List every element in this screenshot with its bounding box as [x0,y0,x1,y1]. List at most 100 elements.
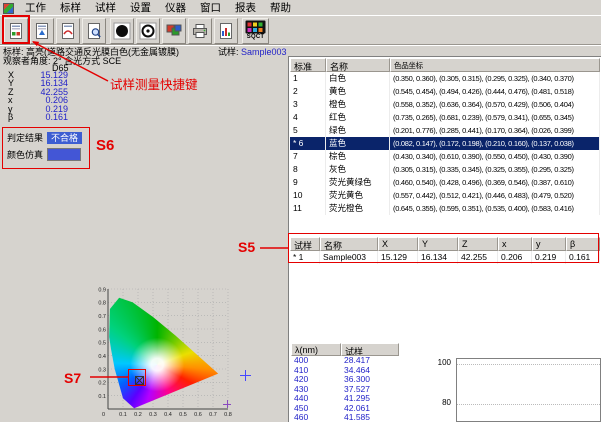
cell-name: 绿色 [326,124,390,137]
standards-row[interactable]: 3橙色(0.558, 0.352), (0.636, 0.364), (0.57… [290,98,600,111]
annotation-s6: S6 [96,137,114,154]
svg-text:0.3: 0.3 [149,412,157,418]
print-button[interactable] [188,18,212,44]
menu-settings[interactable]: 设置 [123,0,158,16]
menu-report[interactable]: 报表 [228,0,263,16]
gridline [457,404,600,405]
standards-row[interactable]: 2黄色(0.545, 0.454), (0.494, 0.426), (0.44… [290,85,600,98]
cell-no: 4 [290,111,326,124]
spectral-row[interactable]: 43037.527 [291,385,401,395]
cell-name: 荧光黄绿色 [326,176,390,189]
continuous-measure-button[interactable] [56,18,80,44]
menu-instrument[interactable]: 仪器 [158,0,193,16]
svg-text:0.2: 0.2 [134,412,142,418]
standards-row[interactable]: 5绿色(0.201, 0.776), (0.285, 0.441), (0.17… [290,124,600,137]
menu-sample[interactable]: 试样 [88,0,123,16]
standards-row[interactable]: 7棕色(0.430, 0.340), (0.610, 0.390), (0.55… [290,150,600,163]
cell-y: 0.219 [532,251,566,264]
cell-coords: (0.460, 0.540), (0.428, 0.496), (0.369, … [390,176,600,189]
search-button[interactable] [82,18,106,44]
svg-text:0.6: 0.6 [194,412,202,418]
cell-name: 荧光黄色 [326,189,390,202]
standard-target-button[interactable] [110,18,134,44]
spectral-row[interactable]: 40028.417 [291,356,401,366]
svg-text:0.5: 0.5 [98,341,106,347]
menu-window[interactable]: 窗口 [193,0,228,16]
svg-text:0.7: 0.7 [98,314,106,320]
standards-row-selected[interactable]: * 6蓝色(0.082, 0.147), (0.172, 0.198), (0.… [290,137,600,150]
menu-help[interactable]: 帮助 [263,0,298,16]
standards-row[interactable]: 10荧光黄色(0.557, 0.442), (0.512, 0.421), (0… [290,189,600,202]
cell-coords: (0.305, 0.315), (0.335, 0.345), (0.325, … [390,163,600,176]
sample-name-value: Sample003 [241,47,287,57]
cell-wavelength: 420 [291,375,341,385]
sqct-icon [245,20,266,34]
cell-value: 41.295 [341,394,399,404]
header-beta: β [566,237,600,251]
svg-text:0.8: 0.8 [98,301,106,307]
cell-coords: (0.201, 0.776), (0.285, 0.441), (0.170, … [390,124,600,137]
cell-value: 42.061 [341,404,399,414]
cell-value: 28.417 [341,356,399,366]
right-panel: 标准 名称 色品坐标 1白色(0.350, 0.360), (0.305, 0.… [288,56,601,422]
cell-name: 蓝色 [326,137,390,150]
cell-wavelength: 440 [291,394,341,404]
color-simulation-swatch [47,148,81,161]
cell-no: 5 [290,124,326,137]
standard-measure-button[interactable] [30,18,54,44]
cell-coords: (0.082, 0.147), (0.172, 0.198), (0.210, … [390,137,600,150]
spectral-row[interactable]: 44041.295 [291,394,401,404]
spectral-row[interactable]: 46041.585 [291,413,401,422]
annotation-s7: S7 [64,370,81,386]
cell-wavelength: 450 [291,404,341,414]
menu-bar: 工作 标样 试样 设置 仪器 窗口 报表 帮助 [0,0,601,15]
header-Y: Y [418,237,458,251]
standards-row[interactable]: 9荧光黄绿色(0.460, 0.540), (0.428, 0.496), (0… [290,176,600,189]
cell-value: 37.527 [341,385,399,395]
sqct-button[interactable]: SQCT [242,18,269,44]
cell-Y: 16.134 [418,251,458,264]
sample-row[interactable]: * 1 Sample003 15.129 16.134 42.255 0.206… [290,251,600,264]
report-button[interactable] [214,18,238,44]
cell-X: 15.129 [378,251,418,264]
standards-row[interactable]: 8灰色(0.305, 0.315), (0.335, 0.345), (0.32… [290,163,600,176]
sample-target-button[interactable] [136,18,160,44]
judgement-panel: 判定结果 不合格 颜色仿真 [2,127,90,169]
cell-beta: 0.161 [566,251,600,264]
cell-name: 灰色 [326,163,390,176]
gridline [457,364,600,365]
header-X: X [378,237,418,251]
app-window: 工作 标样 试样 设置 仪器 窗口 报表 帮助 [0,0,601,422]
header-name: 名称 [320,237,378,251]
cell-value: 36.300 [341,375,399,385]
continuous-measure-icon [59,22,77,40]
standards-row[interactable]: 1白色(0.350, 0.360), (0.305, 0.315), (0.29… [290,72,600,85]
spectral-row[interactable]: 42036.300 [291,375,401,385]
spectral-row[interactable]: 45042.061 [291,404,401,414]
cell-no: * 6 [290,137,326,150]
sqct-label: SQCT [247,34,264,41]
judgement-result-row: 判定结果 不合格 [7,131,85,144]
cell-coords: (0.557, 0.442), (0.512, 0.421), (0.446, … [390,189,600,202]
cell-Z: 42.255 [458,251,498,264]
menu-work[interactable]: 工作 [18,0,53,16]
svg-text:0.2: 0.2 [98,381,106,387]
sample-measure-button[interactable] [4,18,28,44]
svg-text:0.4: 0.4 [98,354,106,360]
cell-coords: (0.545, 0.454), (0.494, 0.426), (0.444, … [390,85,600,98]
report-chart-icon [217,22,235,40]
cell-no: 11 [290,202,326,215]
spectral-chart-ytick-100: 100 [431,358,451,367]
svg-text:0.3: 0.3 [98,367,106,373]
sample-label: 试样: [218,47,239,57]
annotation-s5: S5 [238,239,255,255]
menu-standard[interactable]: 标样 [53,0,88,16]
svg-text:0.4: 0.4 [164,412,172,418]
app-icon [3,3,14,14]
standards-row[interactable]: 4红色(0.735, 0.265), (0.681, 0.239), (0.57… [290,111,600,124]
svg-text:0.1: 0.1 [98,394,106,400]
svg-text:0.6: 0.6 [98,327,106,333]
standards-row[interactable]: 11荧光橙色(0.645, 0.355), (0.595, 0.351), (0… [290,202,600,215]
color-tools-button[interactable] [162,18,186,44]
spectral-row[interactable]: 41034.464 [291,366,401,376]
